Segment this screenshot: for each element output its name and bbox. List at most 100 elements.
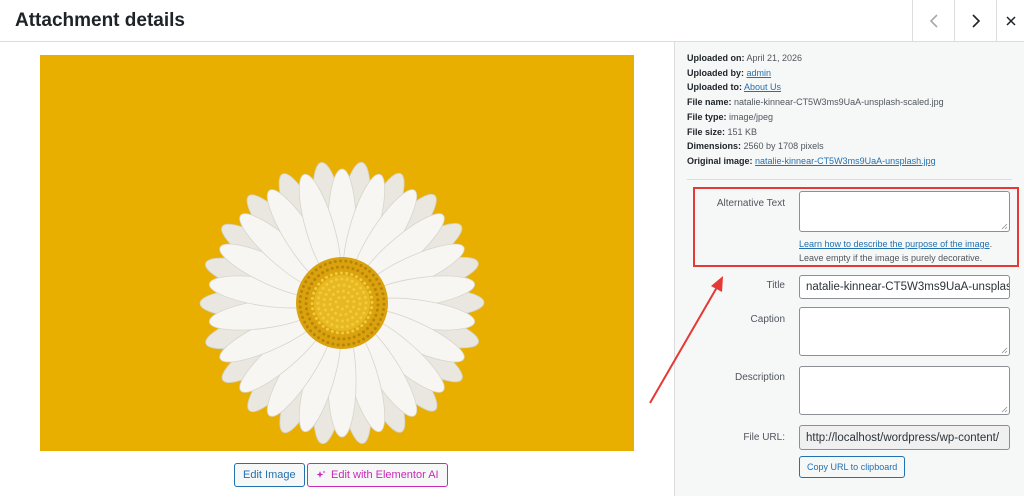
daisy-floret xyxy=(347,285,351,289)
edit-image-button[interactable]: Edit Image xyxy=(234,463,305,487)
daisy-floret xyxy=(334,311,338,315)
daisy-floret xyxy=(334,278,338,282)
daisy-floret xyxy=(330,316,334,320)
daisy-floret xyxy=(360,271,364,275)
file-name-label: File name: xyxy=(687,97,732,108)
daisy-floret xyxy=(298,305,302,309)
daisy-floret xyxy=(346,318,350,322)
daisy-floret xyxy=(355,292,359,296)
daisy-floret xyxy=(316,301,320,305)
copy-url-button[interactable]: Copy URL to clipboard xyxy=(799,456,906,478)
daisy-floret xyxy=(339,259,343,263)
title-label: Title xyxy=(766,280,785,291)
daisy-floret xyxy=(381,292,385,296)
uploaded-to-link[interactable]: About Us xyxy=(744,82,781,92)
daisy-floret xyxy=(304,307,308,311)
daisy-floret xyxy=(322,303,326,307)
daisy-floret xyxy=(365,326,369,330)
previous-button[interactable] xyxy=(912,0,954,42)
description-textarea[interactable] xyxy=(799,366,1010,415)
daisy-floret xyxy=(370,331,374,335)
daisy-floret xyxy=(316,274,320,278)
edit-image-label: Edit Image xyxy=(243,469,296,481)
daisy-floret xyxy=(363,266,367,270)
daisy-floret xyxy=(375,293,379,297)
daisy-floret xyxy=(317,329,321,333)
daisy-floret xyxy=(371,283,375,287)
daisy-floret xyxy=(369,295,373,299)
daisy-floret xyxy=(359,286,363,290)
daisy-floret xyxy=(324,275,328,279)
daisy-floret xyxy=(362,290,366,294)
daisy-floret xyxy=(319,265,323,269)
daisy-floret xyxy=(364,275,368,279)
daisy-floret xyxy=(351,316,355,320)
daisy-floret xyxy=(363,320,367,324)
daisy-floret xyxy=(351,323,355,327)
daisy-floret xyxy=(331,293,335,297)
alt-text-help-link[interactable]: Learn how to describe the purpose of the… xyxy=(799,239,990,249)
uploaded-by-row: Uploaded by: admin xyxy=(687,66,944,81)
daisy-floret xyxy=(366,315,370,319)
uploaded-on-value: April 21, 2026 xyxy=(746,53,803,63)
daisy-floret xyxy=(301,284,305,288)
daisy-floret xyxy=(355,320,359,324)
file-type-value: image/jpeg xyxy=(729,111,774,122)
daisy-floret xyxy=(363,281,367,285)
daisy-floret xyxy=(340,307,344,311)
daisy-floret xyxy=(354,312,358,316)
uploaded-by-link[interactable]: admin xyxy=(747,68,772,78)
daisy-floret xyxy=(351,305,355,309)
title-input[interactable]: natalie-kinnear-CT5W3ms9UaA-unsplas xyxy=(799,275,1010,299)
resize-handle-icon[interactable] xyxy=(1001,347,1008,354)
daisy-floret xyxy=(364,301,368,305)
daisy-floret xyxy=(304,296,308,300)
daisy-floret xyxy=(318,312,322,316)
file-size-row: File size: 151 KB xyxy=(687,125,944,140)
file-url-input[interactable]: http://localhost/wordpress/wp-content/ xyxy=(799,425,1010,450)
daisy-floret xyxy=(382,297,386,301)
resize-handle-icon[interactable] xyxy=(1001,406,1008,413)
resize-handle-icon[interactable] xyxy=(1001,223,1008,230)
daisy-floret xyxy=(308,317,312,321)
daisy-floret xyxy=(354,275,358,279)
daisy-floret xyxy=(356,327,360,331)
daisy-floret xyxy=(311,307,315,311)
alt-text-textarea[interactable] xyxy=(799,191,1010,232)
daisy-floret xyxy=(329,279,333,283)
daisy-floret xyxy=(306,312,310,316)
close-icon xyxy=(1005,16,1016,26)
caption-textarea[interactable] xyxy=(799,307,1010,356)
daisy-floret xyxy=(335,318,339,322)
daisy-floret xyxy=(373,327,377,331)
daisy-floret xyxy=(347,336,351,340)
daisy-floret xyxy=(333,260,337,264)
daisy-floret xyxy=(324,292,328,296)
daisy-floret xyxy=(341,265,345,269)
daisy-floret xyxy=(357,339,361,343)
daisy-floret xyxy=(352,300,356,304)
next-button[interactable] xyxy=(954,0,996,42)
daisy-floret xyxy=(340,277,344,281)
daisy-floret xyxy=(314,317,318,321)
daisy-floret xyxy=(377,282,381,286)
daisy-floret xyxy=(325,320,329,324)
daisy-floret xyxy=(379,318,383,322)
daisy-floret xyxy=(330,323,334,327)
daisy-floret xyxy=(371,273,375,277)
dimensions-label: Dimensions: xyxy=(687,141,742,152)
daisy-floret xyxy=(357,307,361,311)
daisy-floret xyxy=(325,282,329,286)
daisy-floret xyxy=(305,325,309,329)
daisy-floret xyxy=(359,264,363,268)
daisy-floret xyxy=(375,277,379,281)
daisy-floret xyxy=(335,265,339,269)
daisy-floret xyxy=(370,300,374,304)
close-button[interactable] xyxy=(996,0,1024,42)
daisy-floret xyxy=(326,313,330,317)
edit-with-elementor-ai-button[interactable]: Edit with Elementor AI xyxy=(307,463,448,487)
original-image-link[interactable]: natalie-kinnear-CT5W3ms9UaA-unsplash.jpg xyxy=(755,156,936,166)
daisy-floret xyxy=(321,271,325,275)
daisy-floret xyxy=(328,261,332,265)
daisy-floret xyxy=(321,324,325,328)
